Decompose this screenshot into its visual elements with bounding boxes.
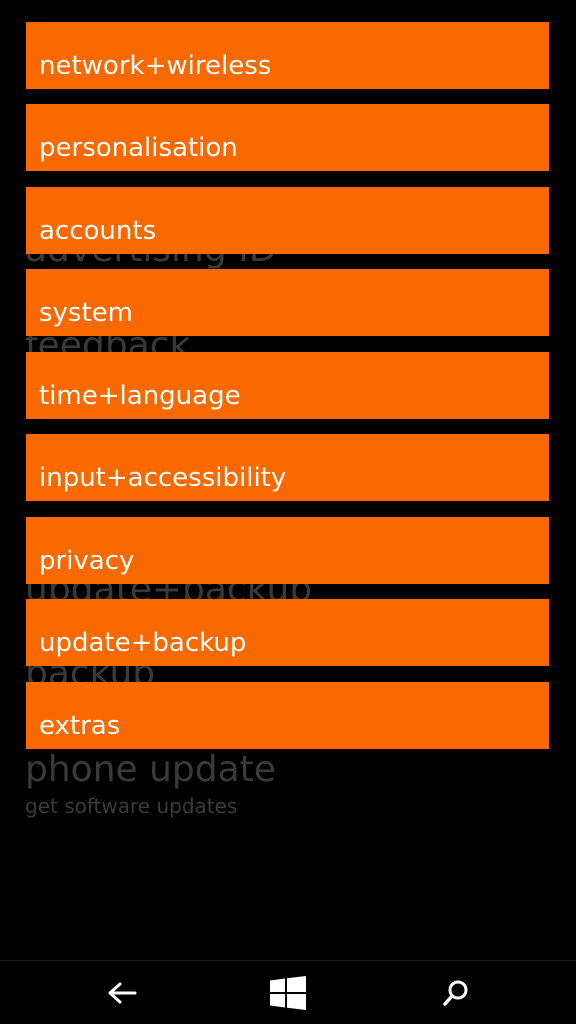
category-label: input+accessibility [39,463,287,493]
category-input-accessibility[interactable]: input+accessibility [26,434,549,501]
category-label: privacy [39,546,135,576]
category-privacy[interactable]: privacy [26,517,549,584]
category-label: personalisation [39,133,238,163]
back-button[interactable] [82,961,162,1024]
category-label: system [39,298,133,328]
category-label: extras [39,711,121,741]
search-icon [443,980,468,1006]
category-system[interactable]: system [26,269,549,336]
category-time-language[interactable]: time+language [26,352,549,419]
category-label: update+backup [39,628,247,658]
bg-item-phone-update: phone update [25,749,276,790]
category-update-backup[interactable]: update+backup [26,599,549,666]
start-button[interactable] [248,961,328,1024]
category-extras[interactable]: extras [26,682,549,749]
category-label: accounts [39,216,157,246]
category-personalisation[interactable]: personalisation [26,104,549,171]
navigation-bar [0,960,576,1024]
category-label: network+wireless [39,51,272,81]
category-network-wireless[interactable]: network+wireless [26,22,549,89]
bg-item-phone-update-subtitle: get software updates [25,794,238,818]
windows-start-icon [270,976,306,1010]
settings-screen: advertising ID feedback update+backup ba… [0,0,576,1024]
category-label: time+language [39,381,241,411]
back-arrow-icon [108,982,137,1004]
category-accounts[interactable]: accounts [26,187,549,254]
search-button[interactable] [416,961,496,1024]
